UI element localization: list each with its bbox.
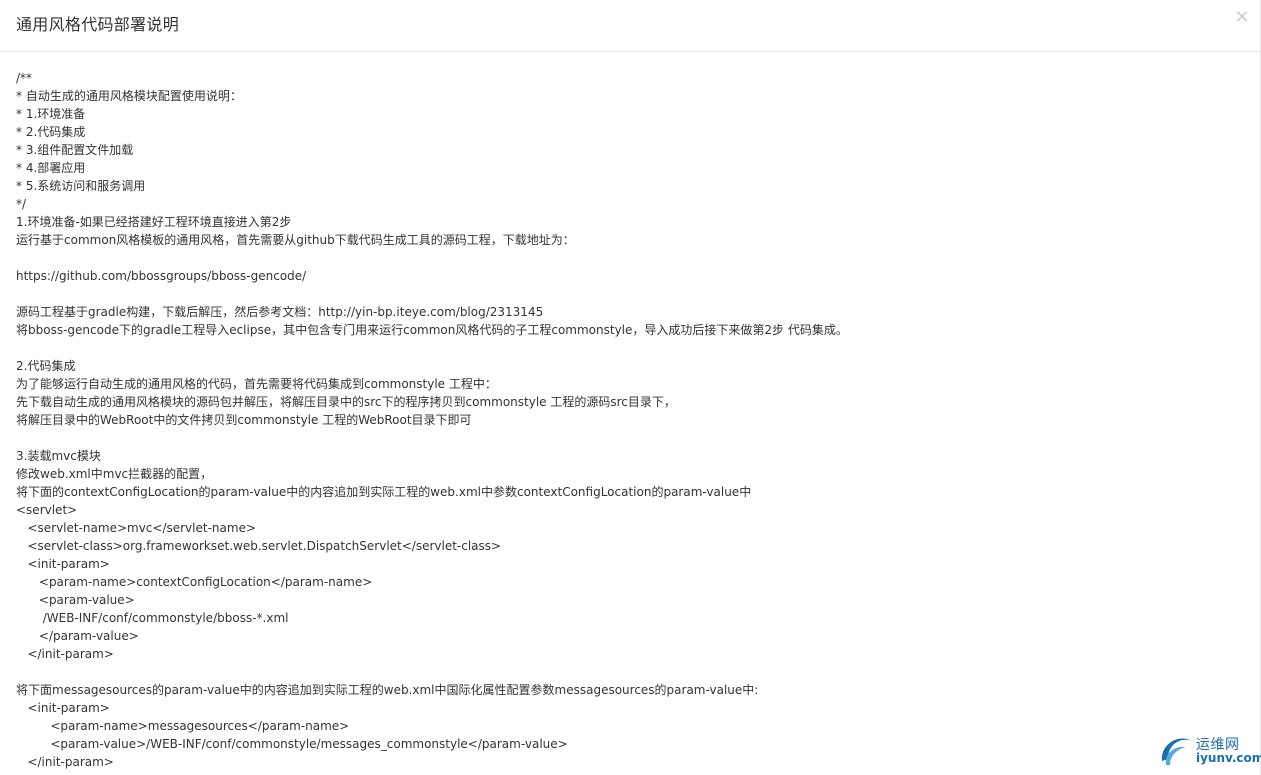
iyunv-swoosh-logo-icon [1161,738,1192,765]
instruction-line: </init-param> [16,647,114,661]
instruction-line: 为了能够运行自动生成的通用风格的代码，首先需要将代码集成到commonstyle… [16,377,497,391]
instruction-line: <param-name>messagesources</param-name> [16,719,350,733]
instruction-line [16,429,1241,447]
instruction-line: 修改web.xml中mvc拦截器的配置， [16,467,213,481]
instruction-line: 将下面messagesources的param-value中的内容追加到实际工程… [16,683,759,697]
instruction-line [16,339,1241,357]
close-icon[interactable]: × [1233,8,1251,26]
instruction-line: 源码工程基于gradle构建，下载后解压，然后参考文档：http://yin-b… [16,305,544,319]
instruction-line: * 3.组件配置文件加载 [16,143,134,157]
instruction-line: <param-value> [16,593,135,607]
instruction-line: 将解压目录中的WebRoot中的文件拷贝到commonstyle 工程的WebR… [16,413,472,427]
instruction-line: 运行基于common风格模板的通用风格，首先需要从github下载代码生成工具的… [16,233,575,247]
instruction-line: * 4.部署应用 [16,161,86,175]
dialog-header: 通用风格代码部署说明 × [0,0,1261,52]
instruction-line: * 1.环境准备 [16,107,86,121]
instruction-line: 3.装载mvc模块 [16,449,101,463]
instruction-line: <servlet-name>mvc</servlet-name> [16,521,256,535]
instruction-line: </init-param> [16,755,114,769]
instruction-line: 先下载自动生成的通用风格模块的源码包并解压，将解压目录中的src下的程序拷贝到c… [16,395,676,409]
instruction-line: <servlet> [16,503,78,517]
instruction-line: <servlet-class>org.frameworkset.web.serv… [16,539,502,553]
instruction-line [16,663,1241,681]
instruction-line: </param-value> [16,629,139,643]
instruction-line [16,285,1241,303]
instruction-line: 1.环境准备-如果已经搭建好工程环境直接进入第2步 [16,215,292,229]
instruction-line: /WEB-INF/conf/commonstyle/bboss-*.xml [16,611,289,625]
dialog-title: 通用风格代码部署说明 [16,15,180,34]
instruction-line: <init-param> [16,557,110,571]
instruction-line: <param-name>contextConfigLocation</param… [16,575,373,589]
instruction-line: 2.代码集成 [16,359,76,373]
instruction-line: * 2.代码集成 [16,125,86,139]
watermark-en-text: iyunv.com [1196,751,1261,765]
dialog-body: /** * 自动生成的通用风格模块配置使用说明： * 1.环境准备 * 2.代码… [16,69,1241,775]
instruction-line: <init-param> [16,701,110,715]
instruction-line: https://github.com/bbossgroups/bboss-gen… [16,269,307,283]
site-watermark: 运维网 iyunv.com [1156,731,1261,771]
instruction-line [16,249,1241,267]
instruction-line: 将bboss-gencode下的gradle工程导入eclipse，其中包含专门… [16,323,848,337]
instruction-line: /** [16,71,33,85]
instruction-line: 将下面的contextConfigLocation的param-value中的内… [16,485,752,499]
instruction-line: <param-value>/WEB-INF/conf/commonstyle/m… [16,737,568,751]
instruction-line: * 5.系统访问和服务调用 [16,179,146,193]
instruction-line: */ [16,197,27,211]
deploy-instructions-dialog: 通用风格代码部署说明 × /** * 自动生成的通用风格模块配置使用说明： * … [0,0,1261,775]
instruction-line: * 自动生成的通用风格模块配置使用说明： [16,89,242,103]
